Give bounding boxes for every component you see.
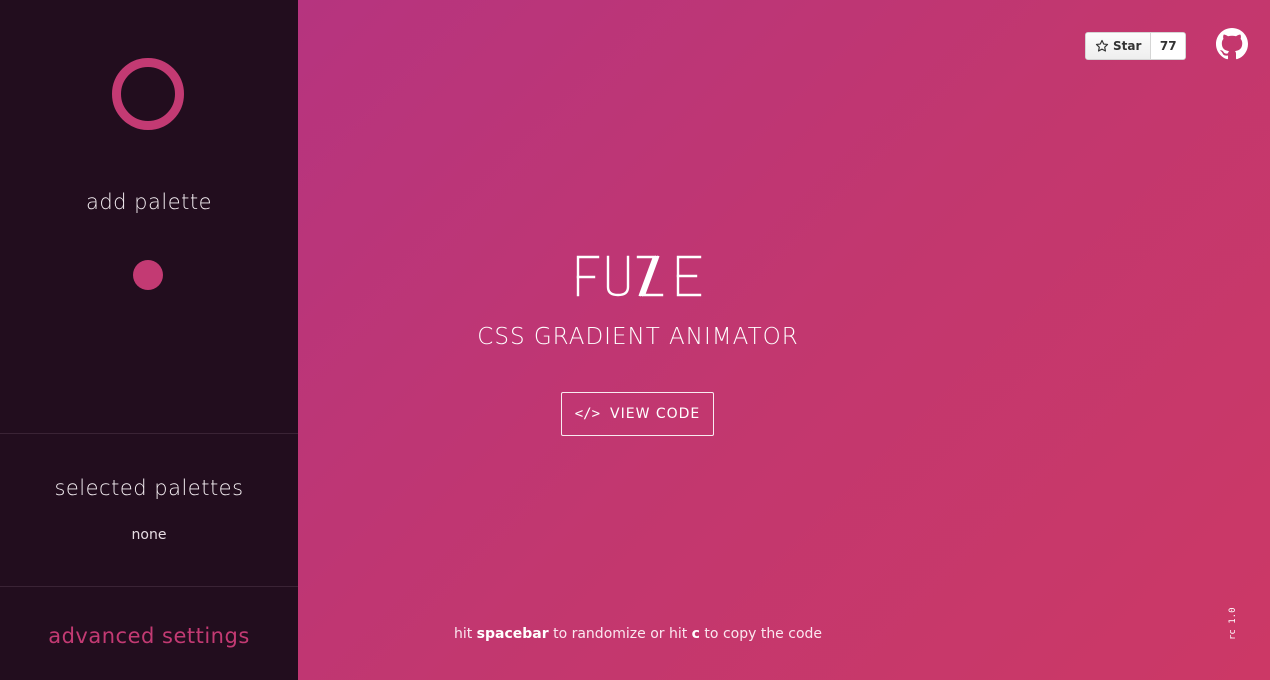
main-gradient-area: Star 77 CSS GRADIENT ANIMATOR </> VIEW C…	[298, 0, 1270, 680]
hint-key-spacebar: spacebar	[476, 626, 549, 642]
version-label: rc 1.0	[1228, 607, 1238, 640]
advanced-settings-link[interactable]: advanced settings	[0, 624, 298, 648]
view-code-button[interactable]: </> VIEW CODE	[561, 392, 714, 436]
hint-suffix: to copy the code	[699, 626, 823, 642]
code-icon: </>	[574, 406, 601, 422]
keyboard-hint: hit spacebar to randomize or hit c to co…	[298, 626, 978, 642]
github-icon[interactable]	[1216, 28, 1248, 60]
add-palette-ring-icon[interactable]	[112, 58, 184, 130]
star-button-left[interactable]: Star	[1086, 33, 1152, 59]
selected-palettes-value: none	[131, 527, 167, 543]
sidebar: add palette selected palettes none advan…	[0, 0, 298, 680]
hint-prefix: hit	[453, 626, 477, 642]
divider	[0, 433, 298, 434]
hint-key-c: c	[691, 626, 700, 642]
selected-palettes-title: selected palettes	[54, 476, 244, 500]
view-code-label: VIEW CODE	[610, 406, 701, 422]
divider	[0, 586, 298, 587]
hint-middle: to randomize or hit	[548, 626, 692, 642]
add-palette-label[interactable]: add palette	[0, 190, 298, 214]
star-count[interactable]: 77	[1151, 33, 1185, 59]
star-icon	[1095, 39, 1109, 52]
star-label: Star	[1113, 39, 1142, 53]
fuze-logo	[576, 255, 702, 297]
github-star-button[interactable]: Star 77	[1085, 32, 1186, 60]
palette-color-dot[interactable]	[133, 260, 163, 290]
subtitle: CSS GRADIENT ANIMATOR	[477, 324, 799, 350]
